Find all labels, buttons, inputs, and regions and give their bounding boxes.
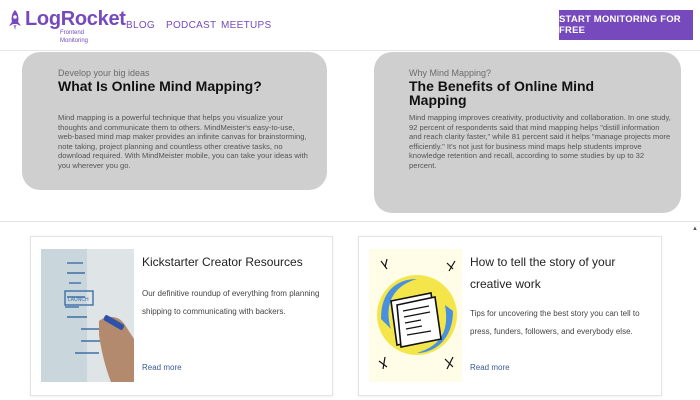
resource-description: Tips for uncovering the best story you c… <box>470 309 640 336</box>
read-more-link[interactable]: Read more <box>142 363 182 372</box>
scroll-up-icon[interactable]: ▲ <box>692 226 698 232</box>
whiteboard-photo-icon: LAUNCH <box>41 249 134 382</box>
start-monitoring-button[interactable]: START MONITORING FOR FREE <box>559 10 693 40</box>
resource-card-kickstarter[interactable]: LAUNCH Kickstarter Creator Resources Our… <box>30 236 333 396</box>
card-title: What Is Online Mind Mapping? <box>58 78 262 94</box>
card-eyebrow: Why Mind Mapping? <box>409 68 492 78</box>
resource-card-story[interactable]: How to tell the story of your creative w… <box>358 236 662 396</box>
card-eyebrow: Develop your big ideas <box>58 68 150 78</box>
nav-blog[interactable]: BLOG <box>126 20 155 31</box>
svg-text:LAUNCH: LAUNCH <box>68 297 89 303</box>
site-header: LogRocket Frontend Monitoring BLOG PODCA… <box>0 0 700 51</box>
nav-meetups[interactable]: MEETUPS <box>221 20 271 31</box>
info-card-online-mind-mapping: Develop your big ideas What Is Online Mi… <box>22 52 327 190</box>
newspaper-illustration-icon <box>369 249 462 382</box>
resource-description: Our definitive roundup of everything fro… <box>142 289 320 316</box>
card-title: The Benefits of Online Mind Mapping <box>409 78 595 108</box>
logrocket-logo[interactable]: LogRocket Frontend Monitoring <box>8 8 126 44</box>
card-body: Mind mapping improves creativity, produc… <box>409 113 671 170</box>
logo-subtitle: Frontend Monitoring <box>60 30 89 44</box>
section-divider <box>0 221 700 222</box>
resource-title[interactable]: How to tell the story of your creative w… <box>470 251 655 295</box>
nav-podcast[interactable]: PODCAST <box>166 20 216 31</box>
card-body: Mind mapping is a powerful technique tha… <box>58 113 308 170</box>
info-card-benefits: Why Mind Mapping? The Benefits of Online… <box>374 52 681 213</box>
resource-title[interactable]: Kickstarter Creator Resources <box>142 251 322 273</box>
read-more-link[interactable]: Read more <box>470 363 510 372</box>
rocket-icon <box>9 10 21 30</box>
logo-wordmark: LogRocket <box>25 8 126 30</box>
